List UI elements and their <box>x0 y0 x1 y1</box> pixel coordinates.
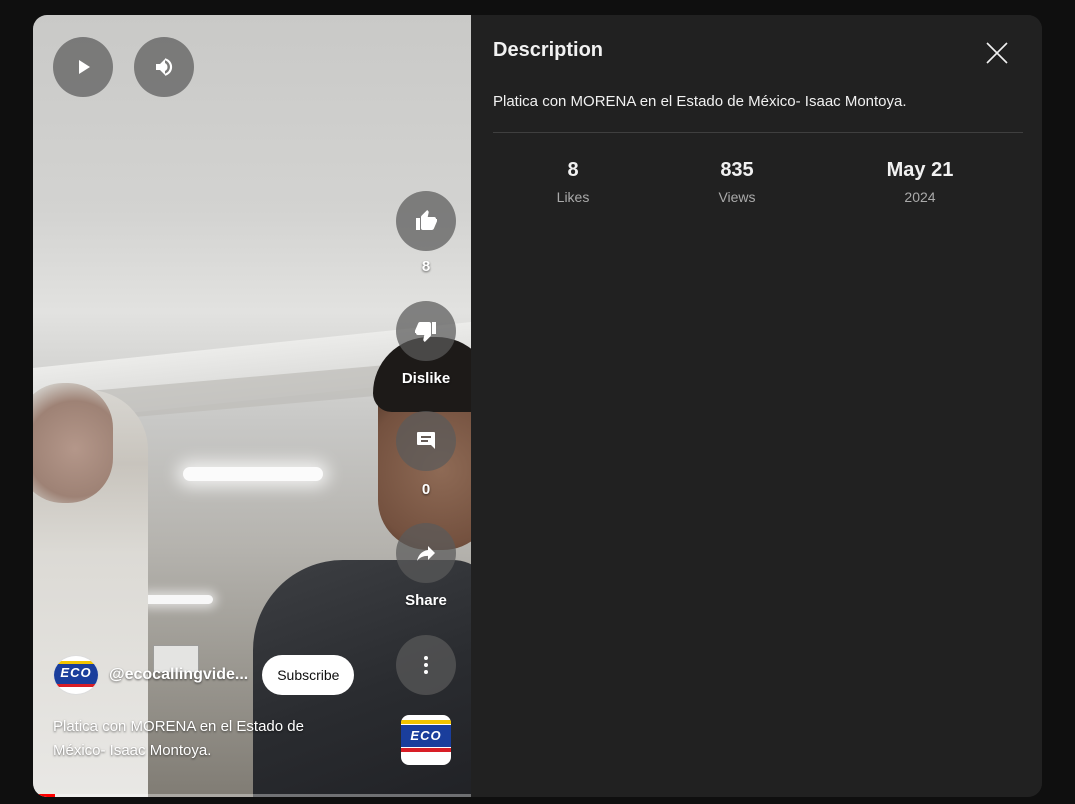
avatar-logo-yellow <box>54 661 98 664</box>
thumbs-up-icon <box>416 210 437 230</box>
dislike-label: Dislike <box>401 370 451 387</box>
scene-person-left-head <box>33 383 113 503</box>
video-frame[interactable]: 8 Dislike 0 Share ECO @ecocallingvide...… <box>33 15 471 797</box>
panel-title: Description <box>493 39 604 61</box>
like-button[interactable] <box>396 191 456 251</box>
stat-views-value: 835 <box>720 159 754 181</box>
like-count: 8 <box>421 258 431 275</box>
description-text: Platica con MORENA en el Estado de Méxic… <box>493 93 907 110</box>
stat-likes: 8 Likes <box>513 157 633 205</box>
avatar-logo-red <box>54 684 98 687</box>
video-title-line-2: México- Isaac Montoya. <box>53 742 212 759</box>
channel-row: ECO @ecocallingvide... Subscribe <box>53 655 355 695</box>
channel-handle[interactable]: @ecocallingvide... <box>109 666 248 684</box>
progress-bar[interactable] <box>33 794 471 797</box>
comment-count: 0 <box>421 481 431 498</box>
progress-fill <box>33 794 55 797</box>
stat-date-year: 2024 <box>904 189 936 205</box>
video-title[interactable]: Platica con MORENA en el Estado de Méxic… <box>53 715 373 763</box>
stat-views-label: Views <box>718 189 756 205</box>
stat-likes-value: 8 <box>567 159 579 181</box>
subscribe-button[interactable]: Subscribe <box>262 655 355 695</box>
sound-logo-red <box>401 748 451 752</box>
volume-button[interactable] <box>134 37 194 97</box>
thumbs-down-icon <box>415 322 436 342</box>
comment-icon <box>417 432 435 449</box>
scene-ceiling-light <box>183 467 323 481</box>
close-icon <box>986 42 1008 64</box>
stat-date: May 21 2024 <box>860 157 980 205</box>
share-icon <box>417 546 435 561</box>
play-button[interactable] <box>53 37 113 97</box>
panel-divider <box>493 132 1023 133</box>
dislike-button[interactable] <box>396 301 456 361</box>
stat-likes-label: Likes <box>556 189 590 205</box>
sound-thumbnail[interactable]: ECO <box>401 715 451 765</box>
close-button[interactable] <box>981 37 1013 69</box>
channel-avatar[interactable]: ECO <box>53 655 99 695</box>
stat-views: 835 Views <box>677 157 797 205</box>
avatar-logo-text: ECO <box>60 665 92 680</box>
sound-logo-text: ECO <box>410 728 442 743</box>
stat-date-value: May 21 <box>886 159 954 181</box>
description-panel: Description Platica con MORENA en el Est… <box>471 15 1042 797</box>
share-button[interactable] <box>396 523 456 583</box>
comments-button[interactable] <box>396 411 456 471</box>
sound-logo-yellow <box>401 720 451 724</box>
shorts-player: 8 Dislike 0 Share ECO @ecocallingvide...… <box>33 15 1042 797</box>
volume-icon <box>156 58 173 76</box>
scene-ceiling-light-far <box>143 595 213 604</box>
more-options-button[interactable] <box>396 635 456 695</box>
share-label: Share <box>405 592 447 609</box>
more-vert-icon <box>424 656 428 674</box>
play-icon <box>79 60 90 74</box>
video-title-line-1: Platica con MORENA en el Estado de <box>53 718 304 735</box>
